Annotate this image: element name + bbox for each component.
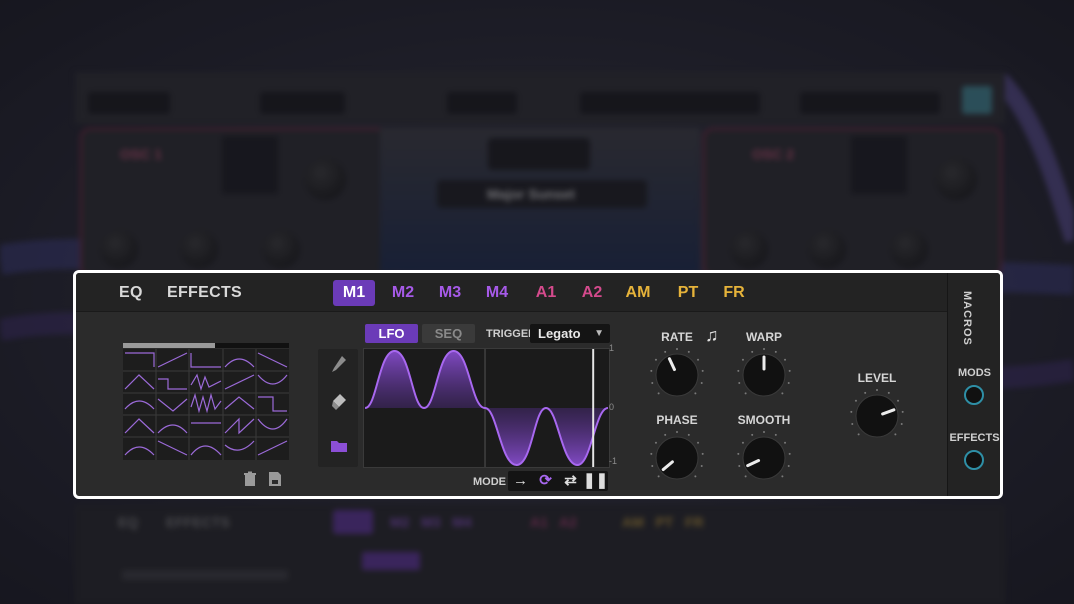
- trigger-dropdown[interactable]: Legato ▼: [530, 324, 610, 343]
- phase-knob[interactable]: [649, 430, 705, 486]
- save-icon[interactable]: [267, 471, 283, 487]
- note-icon[interactable]: ♫: [705, 325, 719, 346]
- macros-label[interactable]: MACROS: [961, 291, 973, 346]
- mods-knob[interactable]: [964, 385, 984, 405]
- level-knob[interactable]: [849, 388, 905, 444]
- pencil-icon[interactable]: [331, 355, 347, 373]
- arrow-right-icon[interactable]: →: [508, 471, 533, 491]
- chevron-down-icon: ▼: [594, 328, 604, 339]
- trash-icon[interactable]: [242, 471, 258, 487]
- rate-knob[interactable]: [649, 347, 705, 403]
- axis-bottom-label: -1: [609, 456, 618, 466]
- folder-icon[interactable]: [330, 439, 348, 453]
- nav-effects[interactable]: EFFECTS: [167, 284, 242, 302]
- mod-tab-pt[interactable]: PT: [670, 280, 706, 306]
- trigger-label: TRIGGER: [486, 328, 537, 340]
- tab-seq[interactable]: SEQ: [422, 324, 475, 343]
- lfo-waveform-editor[interactable]: [363, 348, 610, 468]
- effects-macro-knob[interactable]: [964, 450, 984, 470]
- axis-top-label: 1: [609, 343, 615, 353]
- mod-tab-m3[interactable]: M3: [432, 280, 468, 306]
- mod-tab-a1[interactable]: A1: [528, 280, 564, 306]
- lfo-tool-column: [318, 349, 358, 467]
- phase-label: PHASE: [656, 413, 698, 427]
- mod-tab-fr[interactable]: FR: [716, 280, 752, 306]
- mode-label: MODE: [473, 476, 506, 488]
- mod-tab-m4[interactable]: M4: [479, 280, 515, 306]
- lfo-preset-grid[interactable]: [123, 349, 289, 460]
- effects-macro-label: EFFECTS: [949, 432, 1000, 444]
- smooth-label: SMOOTH: [737, 413, 791, 427]
- warp-label: WARP: [746, 330, 782, 344]
- panel-topbar: EQ EFFECTS M1 M2 M3 M4 A1 A2 AM PT FR: [76, 273, 947, 312]
- smooth-knob[interactable]: [736, 430, 792, 486]
- trigger-value: Legato: [538, 326, 581, 341]
- loop-icon[interactable]: ⟳: [533, 471, 558, 491]
- pause-icon[interactable]: ❚❚: [583, 471, 608, 491]
- modulation-panel: EQ EFFECTS M1 M2 M3 M4 A1 A2 AM PT FR LF…: [73, 270, 1003, 499]
- swap-icon[interactable]: ⇄: [558, 471, 583, 491]
- eraser-icon[interactable]: [331, 393, 347, 411]
- mod-tab-m1[interactable]: M1: [333, 280, 375, 306]
- mods-label: MODS: [958, 367, 991, 379]
- mod-tab-a2[interactable]: A2: [574, 280, 610, 306]
- macros-column: MACROS MODS EFFECTS: [947, 273, 1000, 496]
- warp-knob[interactable]: [736, 347, 792, 403]
- preset-scrollbar[interactable]: [123, 343, 289, 348]
- mod-tab-am[interactable]: AM: [620, 280, 656, 306]
- level-label: LEVEL: [857, 371, 897, 385]
- tab-lfo[interactable]: LFO: [365, 324, 418, 343]
- axis-mid-label: 0: [609, 402, 615, 412]
- nav-eq[interactable]: EQ: [119, 284, 143, 302]
- mod-tab-m2[interactable]: M2: [385, 280, 421, 306]
- mode-selector: → ⟳ ⇄ ❚❚: [508, 471, 608, 491]
